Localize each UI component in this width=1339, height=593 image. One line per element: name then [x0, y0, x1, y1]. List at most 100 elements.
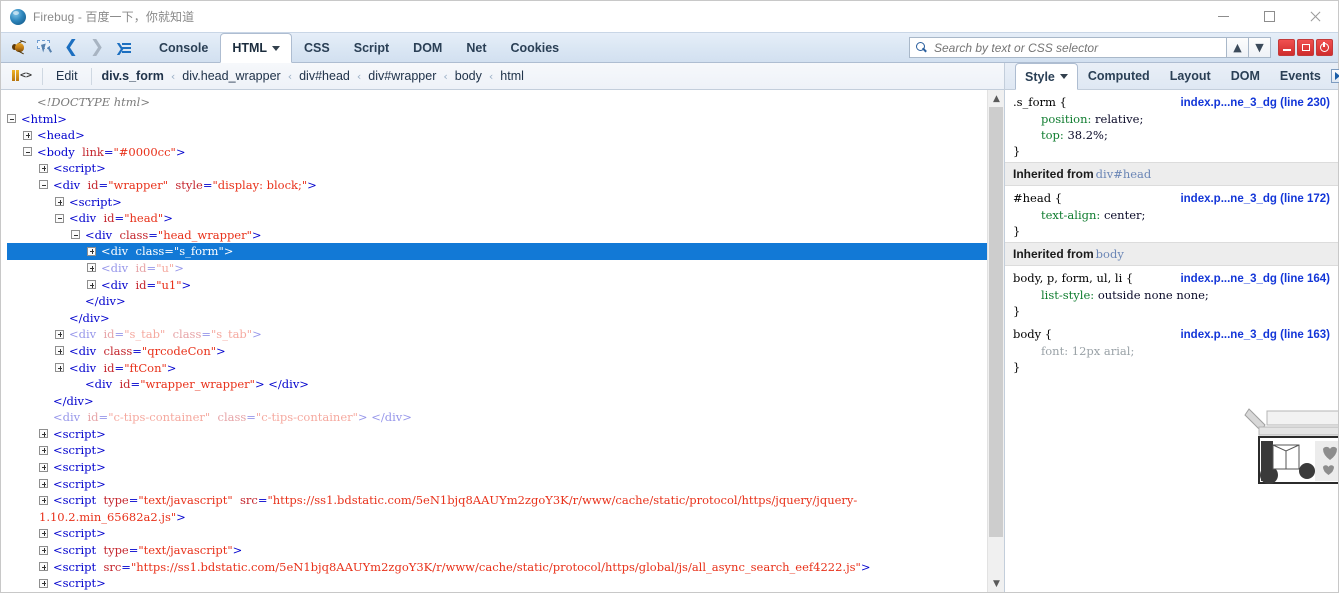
tab-net[interactable]: Net: [454, 33, 498, 62]
inherited-target[interactable]: div#head: [1094, 167, 1152, 181]
tree-expand-icon[interactable]: [39, 562, 48, 572]
tab-html[interactable]: HTML: [220, 33, 293, 63]
css-selector[interactable]: body {: [1013, 326, 1052, 342]
tree-expand-icon[interactable]: [39, 578, 48, 588]
search-next-button[interactable]: ▼: [1249, 37, 1271, 58]
tree-collapse-icon[interactable]: [55, 213, 64, 223]
tree-expand-icon[interactable]: [87, 246, 96, 256]
html-tree-row[interactable]: <script>: [7, 426, 987, 443]
inspect-element-icon[interactable]: [33, 36, 57, 60]
tab-dom-side[interactable]: DOM: [1221, 63, 1270, 89]
breadcrumb-item-div-wrapper[interactable]: div#wrapper: [367, 69, 437, 83]
html-tree-row[interactable]: <div id="s_tab" class="s_tab">: [7, 326, 987, 343]
search-prev-button[interactable]: ▲: [1227, 37, 1249, 58]
html-tree-scrollbar[interactable]: ▲ ▼: [987, 90, 1004, 592]
tab-computed[interactable]: Computed: [1078, 63, 1160, 89]
tree-expand-icon[interactable]: [39, 445, 48, 455]
tab-layout[interactable]: Layout: [1160, 63, 1221, 89]
css-declaration[interactable]: text-align: center;: [1013, 207, 1330, 223]
tree-expand-icon[interactable]: [39, 495, 48, 505]
breadcrumb-item-html[interactable]: html: [499, 69, 525, 83]
html-tree-row[interactable]: </div>: [7, 293, 987, 310]
html-tree-row[interactable]: <script>: [7, 160, 987, 177]
html-tree-row[interactable]: <script>: [7, 575, 987, 592]
html-tree-row[interactable]: <div id="u">: [7, 260, 987, 277]
css-rule[interactable]: .s_form {index.p...ne_3_dg (line 230) pos…: [1005, 90, 1338, 162]
inherited-target[interactable]: body: [1094, 247, 1124, 261]
tree-expand-icon[interactable]: [39, 462, 48, 472]
css-source-link[interactable]: index.p...ne_3_dg (line 163): [1170, 327, 1330, 343]
html-tree-row[interactable]: <script>: [7, 525, 987, 542]
html-tree-row[interactable]: <script>: [7, 476, 987, 493]
tree-expand-icon[interactable]: [87, 280, 96, 290]
firebug-close-button[interactable]: [1316, 39, 1333, 56]
more-panels-button[interactable]: [1330, 63, 1339, 89]
window-close-button[interactable]: [1292, 1, 1338, 32]
html-tree-row[interactable]: <div id="c-tips-container" class="c-tips…: [7, 409, 987, 426]
breadcrumb-item-body[interactable]: body: [454, 69, 483, 83]
tab-script[interactable]: Script: [342, 33, 401, 62]
firebug-detach-button[interactable]: [1297, 39, 1314, 56]
css-source-link[interactable]: index.p...ne_3_dg (line 172): [1170, 191, 1330, 207]
tree-expand-icon[interactable]: [55, 197, 64, 207]
scroll-down-button[interactable]: ▼: [988, 575, 1004, 592]
tab-cookies[interactable]: Cookies: [499, 33, 572, 62]
tree-expand-icon[interactable]: [39, 545, 48, 555]
tab-events[interactable]: Events: [1270, 63, 1331, 89]
css-selector[interactable]: body, p, form, ul, li {: [1013, 270, 1133, 286]
css-declaration[interactable]: font: 12px arial;: [1013, 343, 1330, 359]
html-tree-row[interactable]: <!DOCTYPE html>: [7, 94, 987, 111]
tab-style[interactable]: Style: [1015, 63, 1078, 90]
css-property-value[interactable]: center;: [1104, 208, 1145, 222]
tree-expand-icon[interactable]: [39, 528, 48, 538]
tree-expand-icon[interactable]: [39, 429, 48, 439]
css-selector[interactable]: #head {: [1013, 190, 1062, 206]
tree-expand-icon[interactable]: [23, 130, 32, 140]
html-tree-row[interactable]: <div id="wrapper_wrapper"> </div>: [7, 376, 987, 393]
html-tree[interactable]: <!DOCTYPE html> <html> <head> <body link="#…: [1, 90, 987, 592]
html-tree-row[interactable]: <script>: [7, 442, 987, 459]
html-tree-row[interactable]: <script src="https://ss1.bdstatic.com/5e…: [7, 559, 987, 576]
breadcrumb-item-div-s-form[interactable]: div.s_form: [101, 69, 165, 83]
html-source-icon[interactable]: <>: [9, 64, 33, 88]
html-tree-row[interactable]: <script type="text/javascript">: [7, 542, 987, 559]
tree-expand-icon[interactable]: [55, 329, 64, 339]
css-property-value[interactable]: relative;: [1095, 112, 1143, 126]
firebug-bug-icon[interactable]: [7, 36, 31, 60]
tree-collapse-icon[interactable]: [71, 230, 80, 240]
tree-expand-icon[interactable]: [55, 346, 64, 356]
html-tree-row[interactable]: <div id="head">: [7, 210, 987, 227]
tab-console[interactable]: Console: [147, 33, 220, 62]
scroll-up-button[interactable]: ▲: [988, 90, 1004, 107]
css-source-link[interactable]: index.p...ne_3_dg (line 164): [1170, 271, 1330, 287]
tree-collapse-icon[interactable]: [23, 147, 32, 157]
edit-button[interactable]: Edit: [52, 69, 82, 83]
html-tree-row[interactable]: <body link="#0000cc">: [7, 144, 987, 161]
back-arrow-icon[interactable]: ❮: [59, 36, 83, 60]
tree-collapse-icon[interactable]: [7, 114, 16, 124]
html-tree-row[interactable]: <head>: [7, 127, 987, 144]
css-rule[interactable]: body { index.p...ne_3_dg (line 163) font: …: [1005, 322, 1338, 378]
css-source-link[interactable]: index.p...ne_3_dg (line 230): [1170, 95, 1330, 111]
tree-expand-icon[interactable]: [55, 363, 64, 372]
css-rule[interactable]: body, p, form, ul, li { index.p...ne_3_dg…: [1005, 266, 1338, 322]
tree-expand-icon[interactable]: [87, 263, 96, 273]
html-tree-row[interactable]: <script type="text/javascript" src="http…: [7, 492, 987, 525]
html-tree-row[interactable]: <div class="head_wrapper">: [7, 227, 987, 244]
html-tree-row[interactable]: <div id="ftCon">: [7, 360, 987, 377]
firebug-minimize-button[interactable]: [1278, 39, 1295, 56]
html-tree-row[interactable]: <div id="u1">: [7, 277, 987, 294]
html-tree-row[interactable]: <div id="wrapper" style="display: block;…: [7, 177, 987, 194]
search-input[interactable]: [932, 39, 1222, 56]
css-property-value[interactable]: outside none none;: [1098, 288, 1209, 302]
html-tree-row[interactable]: </div>: [7, 310, 987, 327]
forward-arrow-icon[interactable]: ❯: [85, 36, 109, 60]
breadcrumb-item-div-head[interactable]: div#head: [298, 69, 351, 83]
tab-css[interactable]: CSS: [292, 33, 342, 62]
css-declaration[interactable]: list-style: outside none none;: [1013, 287, 1330, 303]
html-tree-row[interactable]: </div>: [7, 393, 987, 410]
css-selector[interactable]: .s_form {: [1013, 94, 1067, 110]
css-declaration[interactable]: top: 38.2%;: [1013, 127, 1330, 143]
scrollbar-thumb[interactable]: [989, 107, 1003, 537]
breadcrumb-item-div-head-wrapper[interactable]: div.head_wrapper: [181, 69, 281, 83]
